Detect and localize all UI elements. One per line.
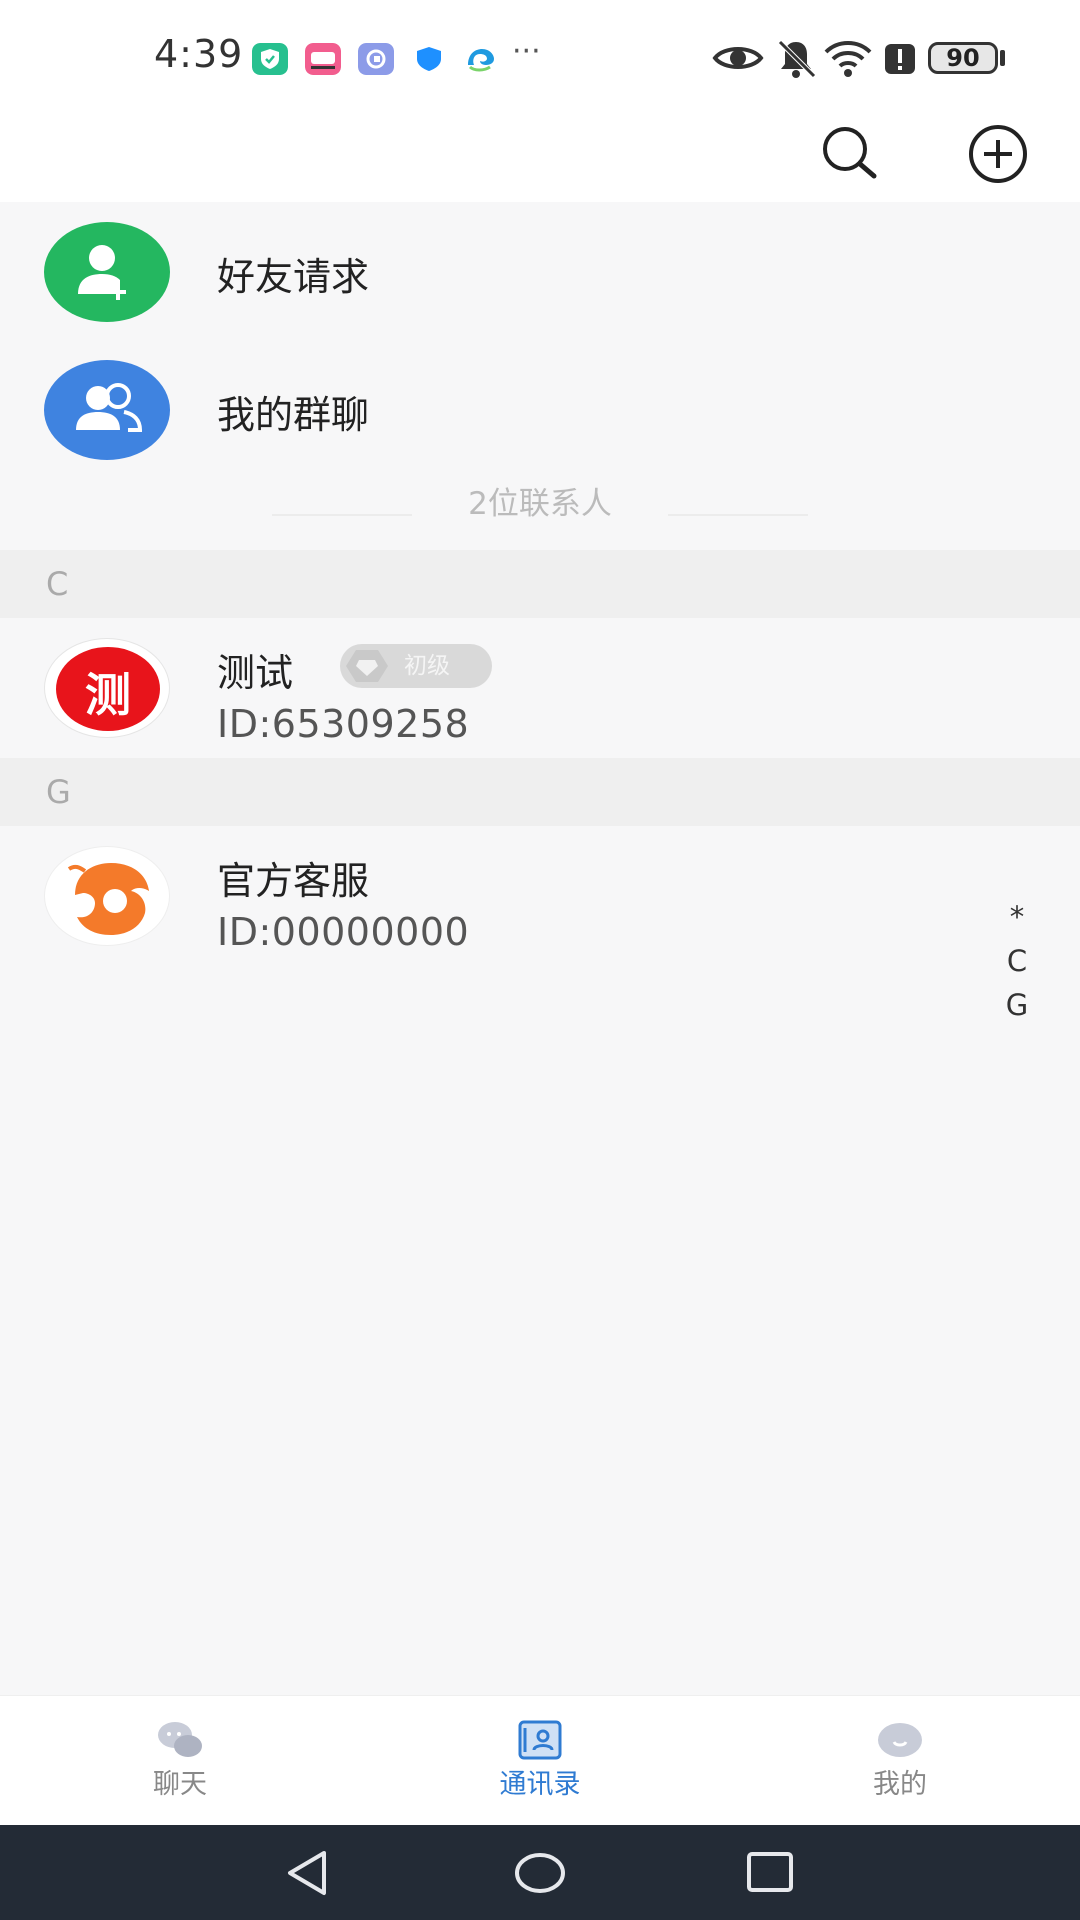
index-item-star[interactable]: * bbox=[990, 895, 1044, 939]
plus-circle-icon[interactable] bbox=[966, 122, 1030, 186]
battery-tip bbox=[1000, 50, 1005, 66]
alphabet-index-bar[interactable]: * C G bbox=[990, 895, 1044, 1027]
contact-count: 2位联系人 bbox=[468, 486, 612, 522]
level-badge: 初级 bbox=[340, 644, 492, 688]
chat-app-icon bbox=[358, 43, 394, 75]
chat-bubbles-icon bbox=[158, 1722, 202, 1757]
friend-requests-label: 好友请求 bbox=[217, 255, 370, 299]
tab-contacts-label: 通讯录 bbox=[499, 1769, 581, 1800]
avatar-character: 测 bbox=[85, 668, 131, 722]
orange-logo-icon bbox=[67, 863, 149, 935]
contacts-book-icon bbox=[518, 1720, 562, 1760]
bell-muted-icon bbox=[778, 40, 816, 78]
bottom-nav: 聊天 通讯录 我的 bbox=[0, 1695, 1080, 1825]
status-bar: 4:39 ··· 90 bbox=[0, 0, 1080, 100]
system-navigation-bar bbox=[0, 1825, 1080, 1920]
contact-name: 官方客服 bbox=[217, 859, 370, 903]
contact-avatar: 测 bbox=[44, 638, 170, 738]
index-item-c[interactable]: C bbox=[990, 939, 1044, 983]
tab-chats-label: 聊天 bbox=[153, 1769, 207, 1800]
search-icon[interactable] bbox=[818, 122, 882, 186]
browser-app-icon bbox=[468, 49, 494, 72]
alert-icon bbox=[885, 44, 915, 74]
contact-id: ID:65309258 bbox=[217, 702, 470, 746]
tab-me[interactable]: 我的 bbox=[720, 1696, 1080, 1826]
contact-name: 测试 bbox=[217, 651, 294, 695]
bilibili-app-icon bbox=[305, 43, 341, 75]
friend-requests-row[interactable]: 好友请求 bbox=[0, 202, 1080, 340]
index-item-g[interactable]: G bbox=[990, 983, 1044, 1027]
section-header-c: C bbox=[0, 550, 1080, 618]
contact-avatar bbox=[44, 846, 170, 946]
recents-icon[interactable] bbox=[742, 1845, 798, 1901]
status-time: 4:39 bbox=[154, 32, 244, 76]
security-shield-icon bbox=[417, 47, 441, 71]
my-groups-row[interactable]: 我的群聊 bbox=[0, 340, 1080, 478]
contact-row[interactable]: 官方客服 ID:00000000 bbox=[0, 826, 1080, 964]
contact-row[interactable]: 测 测试 初级 ID:65309258 bbox=[0, 618, 1080, 756]
my-groups-label: 我的群聊 bbox=[217, 393, 370, 437]
contacts-screen: 4:39 ··· 90 好友请求 我的群聊 2位联系人 C 测 测试 初级 ID… bbox=[0, 0, 1080, 1920]
tab-chats[interactable]: 聊天 bbox=[0, 1696, 360, 1826]
eye-icon bbox=[712, 47, 764, 69]
group-icon bbox=[44, 360, 170, 460]
profile-face-icon bbox=[878, 1723, 922, 1757]
contact-count-divider: 2位联系人 bbox=[0, 478, 1080, 524]
divider-line-right bbox=[668, 514, 808, 516]
tab-contacts[interactable]: 通讯录 bbox=[360, 1696, 720, 1826]
overflow-notifications: ··· bbox=[512, 34, 541, 69]
shield-check-app-icon bbox=[252, 43, 288, 75]
back-icon[interactable] bbox=[280, 1845, 336, 1901]
battery-icon: 90 bbox=[928, 42, 998, 74]
contact-id: ID:00000000 bbox=[217, 910, 470, 954]
level-badge-label: 初级 bbox=[404, 653, 450, 679]
add-friend-icon bbox=[44, 222, 170, 322]
wifi-icon bbox=[824, 41, 872, 77]
section-header-g: G bbox=[0, 758, 1080, 826]
tab-me-label: 我的 bbox=[873, 1769, 927, 1800]
home-icon[interactable] bbox=[512, 1845, 568, 1901]
diamond-icon bbox=[346, 650, 388, 682]
top-toolbar bbox=[0, 100, 1080, 202]
